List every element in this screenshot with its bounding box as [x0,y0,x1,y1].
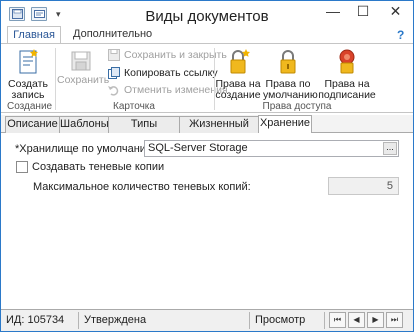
nav-prev-button[interactable]: ◀ [348,312,365,328]
ribbon: Создать запись Создание Сохранить Сохран… [1,43,413,113]
create-shadow-copies-checkbox[interactable] [16,161,28,173]
lock-icon [272,47,304,77]
group-create-label: Создание [7,101,53,112]
storage-form: *Хранилище по умолчанию: SQL-Server Stor… [1,133,413,309]
cancel-changes-button[interactable]: Отменить изменения [107,83,228,99]
nav-first-button[interactable]: ⏮ [329,312,346,328]
close-button[interactable]: ✕ [378,1,413,23]
copy-link-button[interactable]: Копировать ссылку [107,66,218,82]
maximize-button[interactable]: ☐ [349,1,377,23]
nav-next-button[interactable]: ▶ [367,312,384,328]
create-record-label-2: запись [11,89,45,101]
rights-create-label-2: создание [215,89,261,101]
max-shadow-copies-field[interactable]: 5 [328,177,399,195]
rights-default-label-2: умолчанию [263,89,318,101]
rights-sign-button[interactable]: Права на подписание [317,47,377,101]
max-shadow-copies-value: 5 [386,180,393,192]
status-state: Утверждена [84,314,147,326]
minimize-button[interactable]: — [319,1,347,23]
status-separator [78,312,79,329]
seal-icon [331,47,363,77]
default-storage-field[interactable]: SQL-Server Storage ... [144,140,399,157]
tab-storage[interactable]: Хранение [258,115,312,133]
create-shadow-copies-label: Создавать теневые копии [32,161,165,173]
save-label: Сохранить [57,74,110,86]
content-tab-bar: Описание Шаблоны Типы карточек Жизненный… [1,115,413,145]
save-button[interactable]: Сохранить [57,47,109,90]
tab-templates[interactable]: Шаблоны [59,116,109,133]
rights-create-button[interactable]: Права на создание [215,47,261,101]
copy-link-icon [107,66,121,80]
max-shadow-copies-label: Максимальное количество теневых копий: [33,181,251,193]
rights-sign-label-2: подписание [318,89,376,101]
save-icon [65,47,97,77]
status-bar: ИД: 105734 Утверждена Просмотр ⏮ ◀ ▶ ⏭ [1,309,413,331]
lock-star-icon [222,47,254,77]
create-record-button[interactable]: Создать запись [5,47,51,101]
tab-description[interactable]: Описание [5,116,60,133]
tab-card-types[interactable]: Типы карточек [108,116,180,145]
browse-storage-button[interactable]: ... [383,142,397,155]
save-and-close-button[interactable]: Сохранить и закрыть [107,48,227,64]
cancel-changes-label: Отменить изменения [124,84,228,96]
rights-default-button[interactable]: Права по умолчанию [263,47,318,101]
status-separator [324,312,325,329]
status-separator [249,312,250,329]
ribbon-tab-bar: Главная Дополнительно [1,26,413,44]
default-storage-value: SQL-Server Storage [148,142,248,154]
nav-last-button[interactable]: ⏭ [386,312,403,328]
tab-additional[interactable]: Дополнительно [65,26,160,44]
default-storage-label: *Хранилище по умолчанию: [15,143,158,155]
help-icon[interactable]: ? [397,28,409,42]
tab-lifecycle[interactable]: Жизненный цикл [179,116,259,145]
document-types-window: ▾ Виды документов — ☐ ✕ Главная Дополнит… [0,0,414,332]
group-access-label: Права доступа [262,101,332,112]
copy-link-label: Копировать ссылку [124,67,218,79]
save-and-close-label: Сохранить и закрыть [124,49,227,61]
group-separator [55,48,56,110]
status-mode: Просмотр [255,314,306,326]
save-close-icon [107,48,121,62]
undo-icon [107,83,121,97]
tab-main[interactable]: Главная [7,26,61,44]
new-document-icon [12,47,44,77]
group-card-label: Карточка [113,101,155,112]
status-id: ИД: 105734 [6,314,65,326]
